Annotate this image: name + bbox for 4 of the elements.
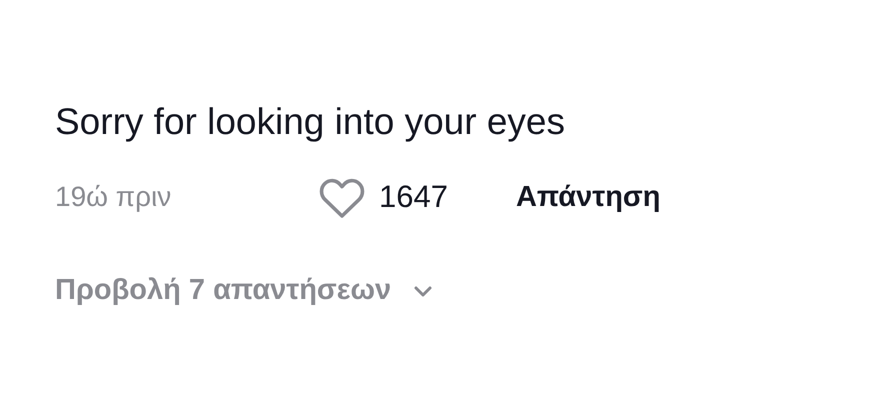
reply-button[interactable]: Απάντηση: [516, 180, 660, 214]
like-button[interactable]: 1647: [317, 175, 448, 219]
comment-text: Sorry for looking into your eyes: [55, 100, 566, 144]
timestamp: 19ώ πριν: [55, 181, 172, 213]
